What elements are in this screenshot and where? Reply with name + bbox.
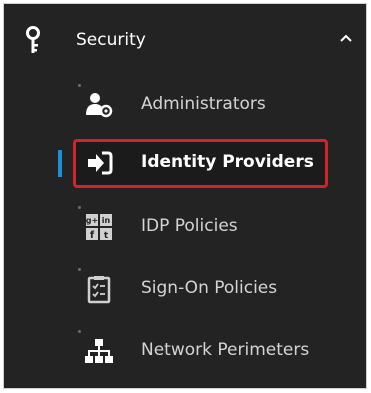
active-indicator [58, 150, 62, 177]
security-section-label: Security [76, 30, 146, 50]
key-icon [26, 26, 40, 53]
nav-item-idp-policies[interactable]: g+ in f t IDP Policies [4, 202, 366, 252]
nav-item-network-perimeters[interactable]: Network Perimeters [4, 326, 366, 376]
svg-text:in: in [102, 216, 111, 225]
nav-item-sign-on-policies[interactable]: Sign-On Policies [4, 264, 366, 314]
chevron-up-icon[interactable] [339, 32, 353, 46]
network-hierarchy-icon [85, 339, 113, 363]
svg-text:f: f [90, 230, 95, 241]
svg-text:t: t [104, 231, 109, 241]
nav-item-identity-providers[interactable]: Identity Providers [4, 138, 366, 188]
nav-item-label: Network Perimeters [141, 340, 310, 360]
nav-item-label: Sign-On Policies [141, 278, 278, 298]
security-nav-panel: Security Administrators Identity Provide… [3, 3, 367, 389]
bullet-dot [78, 206, 81, 209]
svg-text:g+: g+ [86, 216, 98, 225]
bullet-dot [78, 268, 81, 271]
sign-in-arrow-icon [88, 151, 113, 175]
nav-item-administrators[interactable]: Administrators [4, 80, 366, 130]
social-logos-icon: g+ in f t [86, 214, 112, 241]
bullet-dot [78, 84, 81, 87]
security-section-header[interactable]: Security [4, 18, 366, 64]
nav-item-label: Identity Providers [141, 152, 314, 172]
bullet-dot [78, 330, 81, 333]
admin-user-gear-icon [86, 93, 113, 118]
nav-item-label: IDP Policies [141, 216, 238, 236]
nav-item-label: Administrators [141, 94, 266, 114]
checklist-clipboard-icon [87, 276, 111, 304]
